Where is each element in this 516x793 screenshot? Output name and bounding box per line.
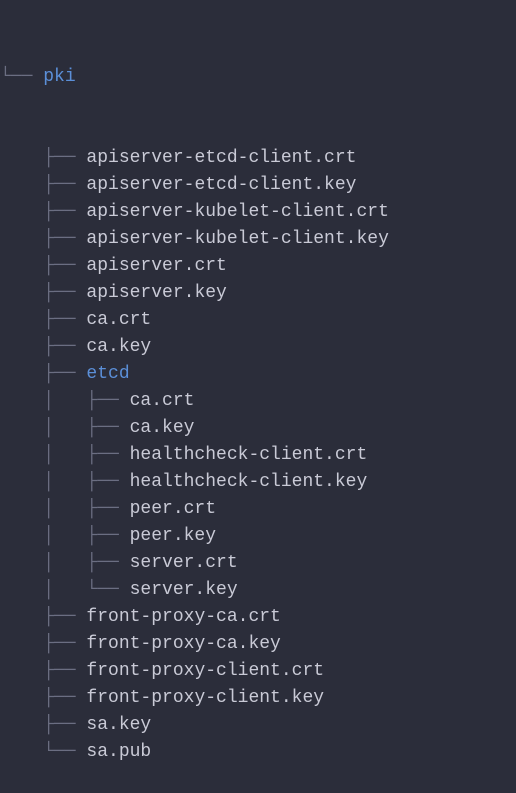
tree-row: ├── front-proxy-ca.crt — [0, 604, 516, 631]
branch-prefix: │ ├── — [0, 526, 130, 546]
file-name: ca.key — [86, 337, 151, 357]
tree-row: │ ├── peer.crt — [0, 496, 516, 523]
branch-prefix: │ ├── — [0, 418, 130, 438]
branch-prefix: ├── — [0, 229, 86, 249]
branch-prefix: │ └── — [0, 580, 130, 600]
tree-row: ├── ca.crt — [0, 307, 516, 334]
branch-prefix: ├── — [0, 175, 86, 195]
file-name: front-proxy-ca.crt — [86, 607, 280, 627]
tree-row: ├── apiserver-kubelet-client.crt — [0, 199, 516, 226]
file-name: ca.key — [130, 418, 195, 438]
directory-tree: └── pki ├── apiserver-etcd-client.crt ├─… — [0, 10, 516, 793]
tree-row: ├── ca.key — [0, 334, 516, 361]
file-name: apiserver-kubelet-client.crt — [86, 202, 388, 222]
tree-children: ├── apiserver-etcd-client.crt ├── apiser… — [0, 145, 516, 766]
branch-prefix: │ ├── — [0, 445, 130, 465]
branch-prefix: ├── — [0, 148, 86, 168]
branch-prefix: ├── — [0, 715, 86, 735]
file-name: apiserver-etcd-client.key — [86, 175, 356, 195]
file-name: peer.key — [130, 526, 216, 546]
tree-row: ├── apiserver-kubelet-client.key — [0, 226, 516, 253]
branch-prefix: │ ├── — [0, 553, 130, 573]
branch-prefix: ├── — [0, 364, 86, 384]
tree-row: ├── sa.key — [0, 712, 516, 739]
tree-row: │ └── server.key — [0, 577, 516, 604]
tree-row: ├── front-proxy-client.crt — [0, 658, 516, 685]
branch-prefix: ├── — [0, 661, 86, 681]
tree-row: ├── front-proxy-client.key — [0, 685, 516, 712]
tree-row: ├── front-proxy-ca.key — [0, 631, 516, 658]
file-name: server.key — [130, 580, 238, 600]
tree-row: ├── etcd — [0, 361, 516, 388]
tree-row: │ ├── healthcheck-client.key — [0, 469, 516, 496]
dir-name: pki — [43, 67, 75, 87]
tree-row: ├── apiserver-etcd-client.crt — [0, 145, 516, 172]
file-name: front-proxy-client.crt — [86, 661, 324, 681]
tree-row: │ ├── ca.key — [0, 415, 516, 442]
file-name: apiserver-kubelet-client.key — [86, 229, 388, 249]
file-name: sa.pub — [86, 742, 151, 762]
branch-prefix: ├── — [0, 283, 86, 303]
file-name: apiserver.key — [86, 283, 226, 303]
tree-row: │ ├── peer.key — [0, 523, 516, 550]
tree-row: │ ├── ca.crt — [0, 388, 516, 415]
tree-row: ├── apiserver-etcd-client.key — [0, 172, 516, 199]
tree-row: ├── apiserver.key — [0, 280, 516, 307]
branch-prefix: ├── — [0, 607, 86, 627]
branch-prefix: ├── — [0, 256, 86, 276]
branch-prefix: │ ├── — [0, 391, 130, 411]
file-name: apiserver-etcd-client.crt — [86, 148, 356, 168]
tree-row: └── pki — [0, 64, 516, 91]
tree-row: ├── apiserver.crt — [0, 253, 516, 280]
branch-prefix: └── — [0, 742, 86, 762]
branch-prefix: └── — [0, 67, 43, 87]
file-name: healthcheck-client.crt — [130, 445, 368, 465]
branch-prefix: ├── — [0, 634, 86, 654]
file-name: apiserver.crt — [86, 256, 226, 276]
branch-prefix: ├── — [0, 202, 86, 222]
branch-prefix: ├── — [0, 337, 86, 357]
tree-row: │ ├── server.crt — [0, 550, 516, 577]
dir-name: etcd — [86, 364, 129, 384]
tree-row: └── sa.pub — [0, 739, 516, 766]
branch-prefix: │ ├── — [0, 472, 130, 492]
file-name: healthcheck-client.key — [130, 472, 368, 492]
file-name: front-proxy-client.key — [86, 688, 324, 708]
file-name: front-proxy-ca.key — [86, 634, 280, 654]
tree-row: │ ├── healthcheck-client.crt — [0, 442, 516, 469]
file-name: server.crt — [130, 553, 238, 573]
file-name: ca.crt — [130, 391, 195, 411]
branch-prefix: ├── — [0, 688, 86, 708]
file-name: peer.crt — [130, 499, 216, 519]
branch-prefix: │ ├── — [0, 499, 130, 519]
file-name: ca.crt — [86, 310, 151, 330]
file-name: sa.key — [86, 715, 151, 735]
branch-prefix: ├── — [0, 310, 86, 330]
